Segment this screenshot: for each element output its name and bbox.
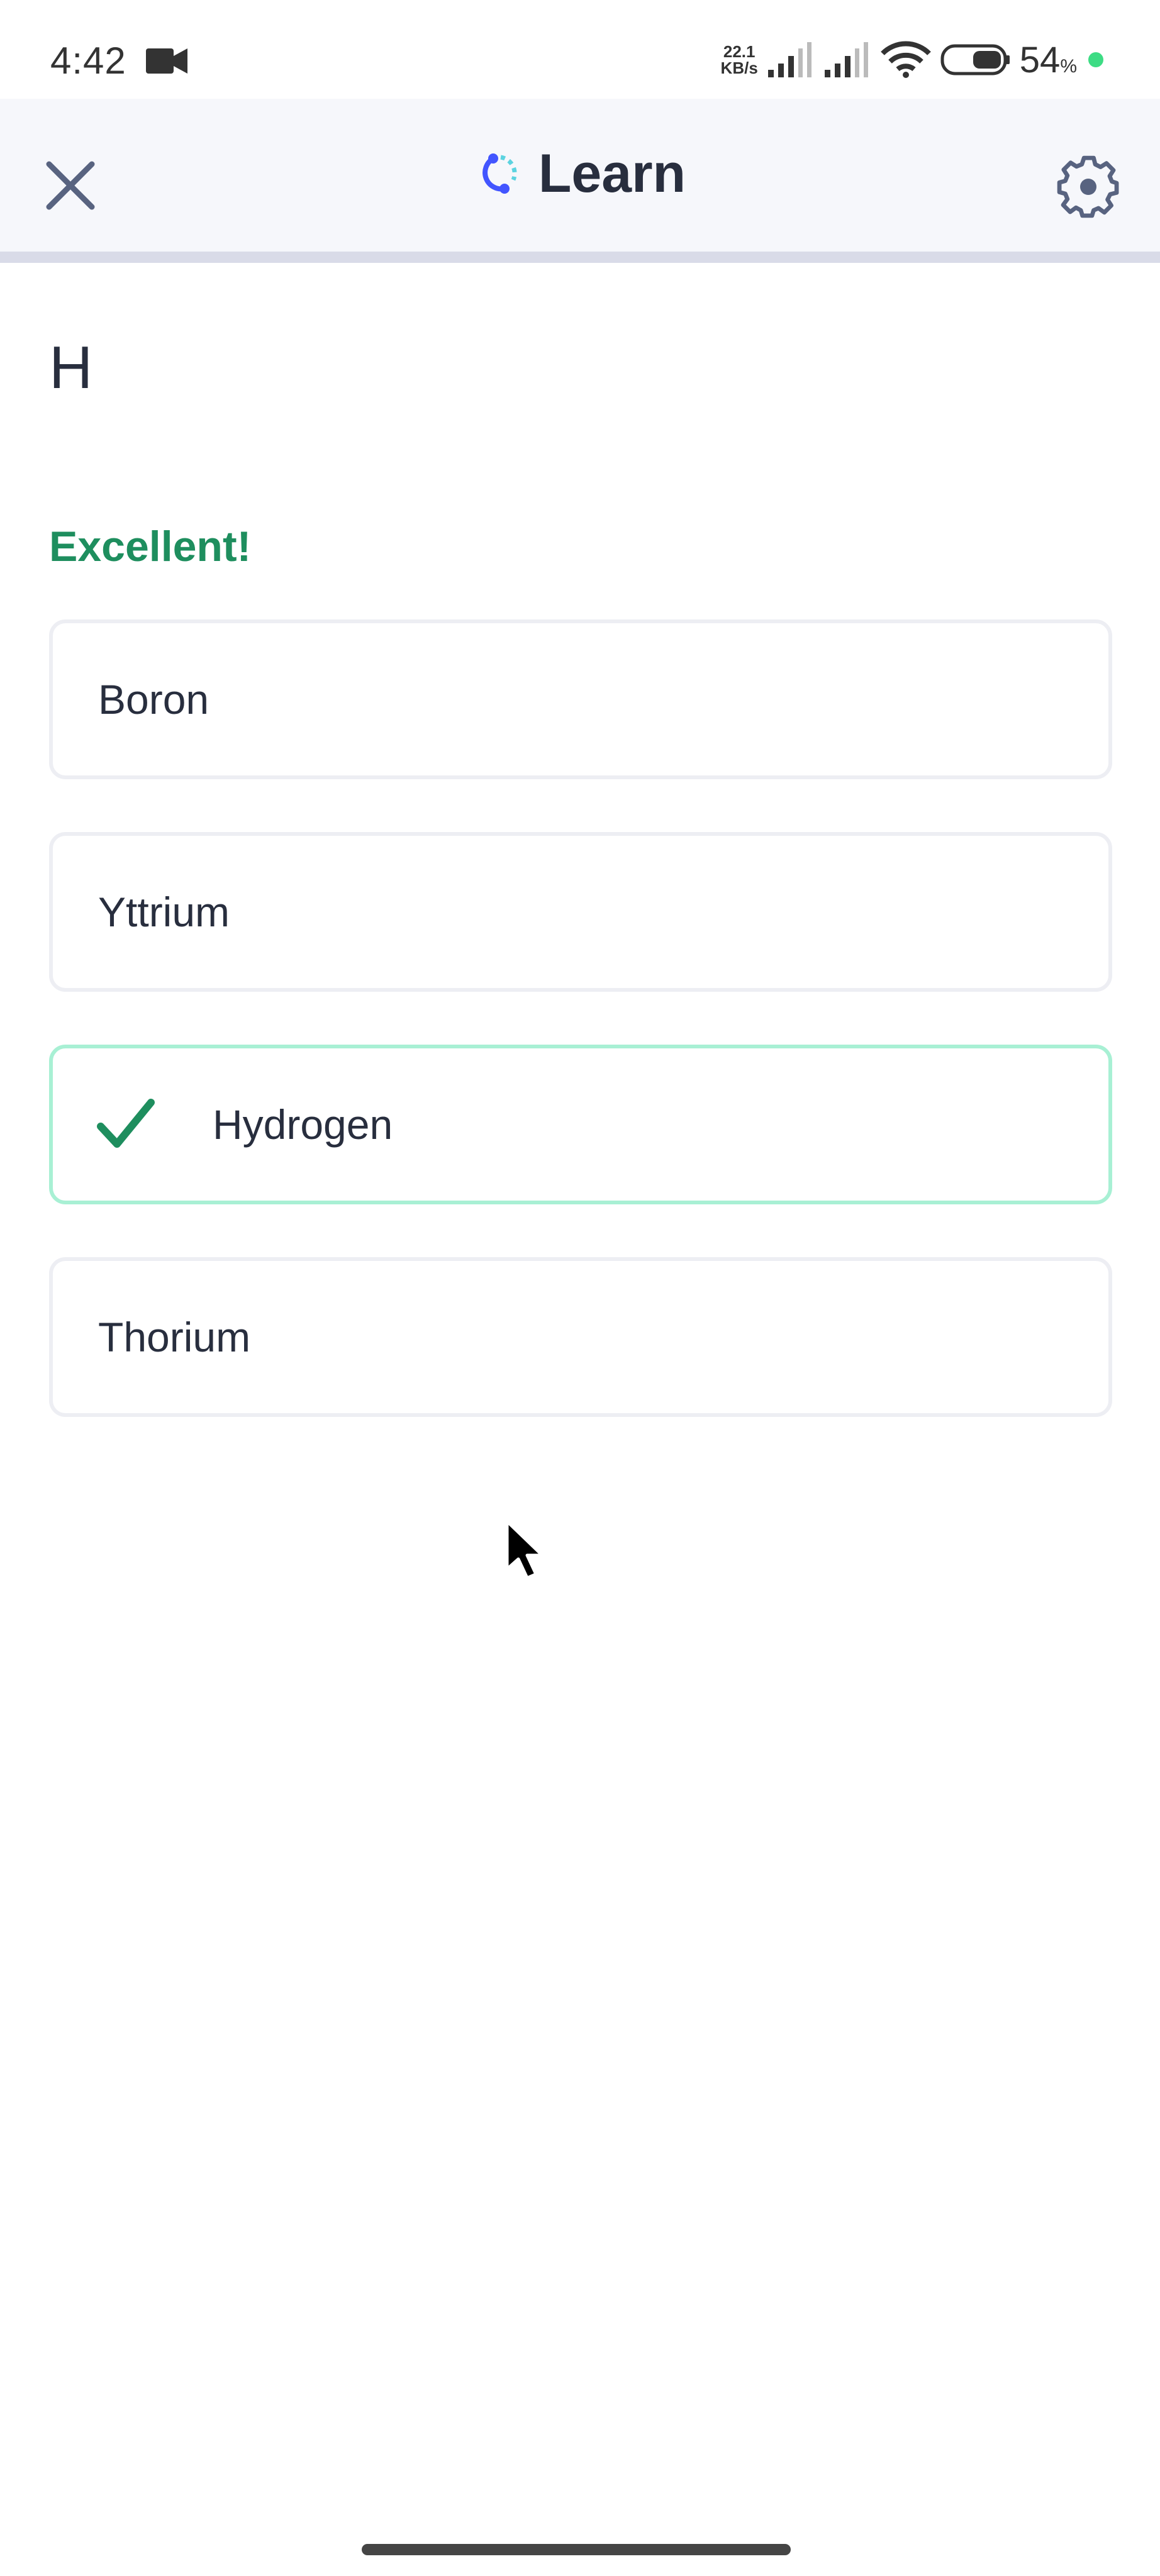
- learn-logo-icon: [482, 153, 517, 194]
- video-camera-icon: [146, 48, 187, 74]
- app-header: Learn: [0, 99, 1160, 252]
- charging-indicator-dot: [1088, 52, 1103, 67]
- question-prompt: H: [49, 334, 93, 401]
- progress-bar: [0, 252, 1160, 263]
- battery-percent: 54%: [1020, 39, 1077, 81]
- status-bar: 4:42 22.1 KB/s 54%: [0, 0, 1160, 99]
- checkmark-icon: [97, 1099, 155, 1148]
- cell-signal-icon: [767, 42, 811, 77]
- answer-option-label: Boron: [98, 676, 209, 723]
- wifi-icon: [880, 41, 931, 78]
- battery-percent-value: 54: [1019, 39, 1061, 80]
- network-speed-value: 22.1: [723, 42, 756, 61]
- gear-icon[interactable]: [1052, 150, 1125, 223]
- home-indicator[interactable]: [362, 2544, 791, 2555]
- battery-icon: [940, 44, 1010, 75]
- header-title-group: Learn: [0, 143, 1160, 205]
- battery-percent-unit: %: [1060, 55, 1077, 77]
- page-title: Learn: [538, 143, 686, 204]
- answer-option[interactable]: Boron: [49, 619, 1112, 779]
- feedback-message: Excellent!: [49, 523, 252, 570]
- answer-option-label: Hydrogen: [213, 1101, 393, 1148]
- cell-signal-icon: [824, 42, 868, 77]
- network-speed-unit: KB/s: [720, 58, 758, 77]
- answer-options: Boron Yttrium Hydrogen Thorium: [49, 619, 1112, 1470]
- network-speed: 22.1 KB/s: [721, 43, 758, 76]
- status-time: 4:42: [50, 40, 126, 82]
- answer-option-label: Yttrium: [98, 889, 230, 935]
- answer-option[interactable]: Thorium: [49, 1257, 1112, 1417]
- answer-option-label: Thorium: [98, 1314, 251, 1360]
- mouse-pointer-icon: [505, 1519, 544, 1580]
- status-icons: 22.1 KB/s 54%: [721, 38, 1103, 82]
- answer-option-correct[interactable]: Hydrogen: [49, 1045, 1112, 1204]
- answer-option[interactable]: Yttrium: [49, 832, 1112, 992]
